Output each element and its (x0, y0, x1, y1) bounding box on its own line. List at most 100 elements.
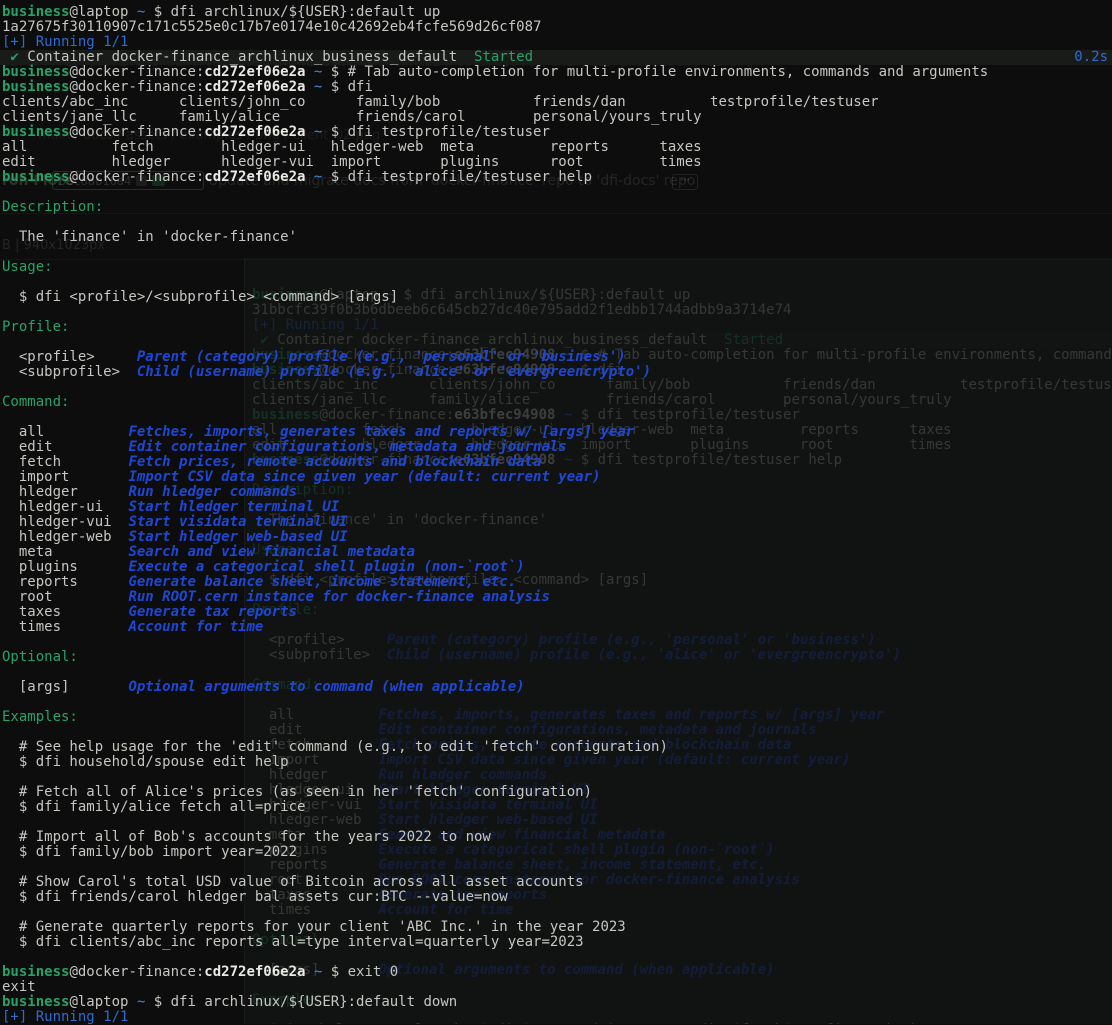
terminal-text: $ exit 0 (322, 964, 398, 980)
terminal-text: import (2, 469, 128, 485)
terminal-line: # Import all of Bob's accounts for the y… (0, 830, 1112, 845)
terminal-text: Child (username) profile (e.g., 'alice' … (137, 364, 651, 380)
terminal-line (0, 815, 1112, 830)
terminal-line (0, 665, 1112, 680)
terminal-line: 1a27675f30110907c171c5525e0c17b7e0174e10… (0, 20, 1112, 35)
terminal-line: <subprofile> Child (username) profile (e… (0, 365, 1112, 380)
terminal-text: # Generate quarterly reports for your cl… (2, 919, 626, 935)
terminal-text: [+] Running 1/1 (2, 34, 128, 50)
terminal-text: hledger-ui (2, 499, 128, 515)
terminal-line: plugins Execute a categorical shell plug… (0, 560, 1112, 575)
terminal-text: ~ (128, 4, 145, 20)
terminal-line: hledger Run hledger commands (0, 485, 1112, 500)
terminal-text: edit (2, 439, 128, 455)
terminal-line: business@laptop ~ $ dfi archlinux/${USER… (0, 995, 1112, 1010)
terminal-text: cd272ef06e2a (204, 124, 305, 140)
terminal-text: <profile> (2, 349, 137, 365)
terminal-line: business@docker-finance:cd272ef06e2a ~ $… (0, 965, 1112, 980)
terminal-text: Usage: (2, 259, 53, 275)
terminal-text: clients/jane_llc family/alice friends/ca… (2, 109, 702, 125)
terminal-line (0, 950, 1112, 965)
terminal-text: all (2, 424, 128, 440)
terminal-line: ✔ Container docker-finance_archlinux_bus… (0, 50, 1112, 65)
terminal-line: import Import CSV data since given year … (0, 470, 1112, 485)
terminal-text: # Show Carol's total USD value of Bitcoi… (2, 874, 584, 890)
terminal-text: Generate tax reports (128, 604, 297, 620)
terminal-text: $ dfi testprofile/testuser (322, 124, 550, 140)
terminal-text: The 'finance' in 'docker-finance' (2, 229, 297, 245)
terminal-line: fetch Fetch prices, remote accounts and … (0, 455, 1112, 470)
terminal-text: Container docker-finance_archlinux_busin… (19, 49, 474, 65)
terminal-text: ~ (128, 994, 145, 1010)
terminal-line (0, 725, 1112, 740)
terminal-text: $ # Tab auto-completion for multi-profil… (322, 64, 988, 80)
terminal-line: meta Search and view financial metadata (0, 545, 1112, 560)
terminal-text: Start visidata terminal UI (128, 514, 347, 530)
terminal-line: <profile> Parent (category) profile (e.g… (0, 350, 1112, 365)
terminal-text: Edit container configurations, metadata … (128, 439, 566, 455)
terminal-text: business (2, 64, 69, 80)
terminal-line: $ dfi friends/carol hledger bal assets c… (0, 890, 1112, 905)
terminal-line: [+] Running 1/1 (0, 35, 1112, 50)
terminal-text: $ dfi archlinux/${USER}:default up (145, 4, 440, 20)
terminal-text: Examples: (2, 709, 78, 725)
terminal-line (0, 305, 1112, 320)
terminal-line: Optional: (0, 650, 1112, 665)
terminal-line: [args] Optional arguments to command (wh… (0, 680, 1112, 695)
terminal-text: 1a27675f30110907c171c5525e0c17b7e0174e10… (2, 19, 541, 35)
terminal-text: business (2, 994, 69, 1010)
terminal-text: Generate balance sheet, income statement… (128, 574, 516, 590)
terminal-text: @docker-finance: (69, 124, 204, 140)
terminal-text: [args] (2, 679, 128, 695)
terminal-line: Profile: (0, 320, 1112, 335)
terminal-line (0, 245, 1112, 260)
terminal-line: all Fetches, imports, generates taxes an… (0, 425, 1112, 440)
terminal-text: business (2, 79, 69, 95)
terminal-text: $ dfi family/bob import year=2022 (2, 844, 297, 860)
terminal-text: fetch (2, 454, 128, 470)
terminal-line: $ dfi <profile>/<subprofile> <command> [… (0, 290, 1112, 305)
terminal-line (0, 380, 1112, 395)
terminal-line: Usage: (0, 260, 1112, 275)
terminal-text: $ dfi family/alice fetch all=price (2, 799, 305, 815)
terminal-text: reports (2, 574, 128, 590)
terminal-line: reports Generate balance sheet, income s… (0, 575, 1112, 590)
terminal-line (0, 410, 1112, 425)
terminal-text: all fetch hledger-ui hledger-web meta re… (2, 139, 702, 155)
terminal-text: edit hledger hledger-vui import plugins … (2, 154, 702, 170)
terminal-line: # See help usage for the 'edit' command … (0, 740, 1112, 755)
terminal-text: Account for time (128, 619, 263, 635)
terminal-line: business@docker-finance:cd272ef06e2a ~ $… (0, 65, 1112, 80)
terminal[interactable]: business @laptop ~ $ dfi archlinux/${USER… (0, 0, 1112, 1024)
terminal-line: The 'finance' in 'docker-finance' (0, 230, 1112, 245)
terminal-line: all fetch hledger-ui hledger-web meta re… (0, 140, 1112, 155)
desktop: { "terminal": { "container_id": "cd272ef… (0, 0, 1112, 1024)
terminal-text: ~ (305, 169, 322, 185)
terminal-line: business@docker-finance:cd272ef06e2a ~ $… (0, 170, 1112, 185)
terminal-text: Parent (category) profile (e.g., 'person… (137, 349, 626, 365)
terminal-text: ~ (305, 964, 322, 980)
terminal-text: cd272ef06e2a (204, 64, 305, 80)
terminal-line: $ dfi family/bob import year=2022 (0, 845, 1112, 860)
terminal-text: $ dfi testprofile/testuser help (322, 169, 592, 185)
terminal-text: hledger-vui (2, 514, 128, 530)
terminal-text: Optional: (2, 649, 78, 665)
terminal-text: Run ROOT.cern instance for docker-financ… (128, 589, 549, 605)
terminal-text: cd272ef06e2a (204, 169, 305, 185)
terminal-line (0, 695, 1112, 710)
terminal-text: cd272ef06e2a (204, 79, 305, 95)
terminal-line: business@docker-finance:cd272ef06e2a ~ $… (0, 80, 1112, 95)
terminal-text: @docker-finance: (69, 64, 204, 80)
terminal-text: $ dfi archlinux/${USER}:default down (145, 994, 457, 1010)
terminal-line: business@docker-finance:cd272ef06e2a ~ $… (0, 125, 1112, 140)
terminal-line (0, 275, 1112, 290)
terminal-text: hledger (2, 484, 128, 500)
terminal-text: ~ (305, 124, 322, 140)
terminal-line: Examples: (0, 710, 1112, 725)
terminal-line (0, 215, 1112, 230)
terminal-text: @docker-finance: (69, 79, 204, 95)
terminal-text: meta (2, 544, 128, 560)
terminal-text: @laptop (69, 4, 128, 20)
terminal-line: business@laptop ~ $ dfi archlinux/${USER… (0, 5, 1112, 20)
terminal-text: $ dfi friends/carol hledger bal assets c… (2, 889, 508, 905)
